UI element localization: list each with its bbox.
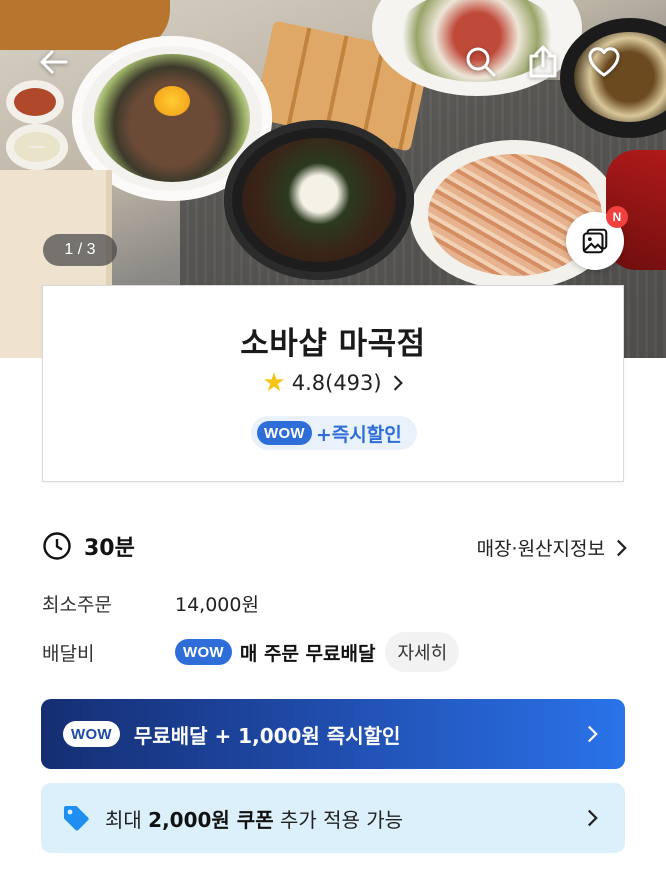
chevron-right-icon xyxy=(616,539,627,556)
delivery-fee-row: 배달비 WOW 매 주문 무료배달 자세히 xyxy=(42,632,460,672)
sauce-dish xyxy=(6,124,68,170)
food-bowl-cold-soba xyxy=(224,120,414,280)
rating-value: 4.8 xyxy=(291,371,326,395)
search-icon xyxy=(466,47,496,77)
search-button[interactable] xyxy=(459,40,503,84)
review-count: (493) xyxy=(325,371,382,395)
tag-icon xyxy=(64,806,89,831)
wow-badge: WOW xyxy=(63,721,120,747)
min-order-label: 최소주문 xyxy=(42,594,112,616)
coupon-suffix: 추가 적용 가능 xyxy=(273,807,404,832)
photo-icon xyxy=(582,228,608,254)
wow-discount-pill: WOW +즉시할인 xyxy=(251,416,417,450)
arrow-left-icon xyxy=(40,50,68,74)
back-button[interactable] xyxy=(32,40,76,84)
heart-icon xyxy=(588,47,620,77)
favorite-button[interactable] xyxy=(582,40,626,84)
delivery-fee-value: 매 주문 무료배달 xyxy=(239,642,376,665)
min-order-value: 14,000원 xyxy=(175,594,259,616)
store-name: 소바샵 마곡점 xyxy=(240,326,426,362)
sauce-dish xyxy=(6,80,64,124)
wow-benefit-text: 무료배달 + 1,000원 즉시할인 xyxy=(133,723,401,748)
instant-discount-label: +즉시할인 xyxy=(315,423,402,446)
delivery-time-value: 30분 xyxy=(84,536,135,561)
share-icon xyxy=(529,45,557,78)
chevron-right-icon xyxy=(393,375,403,391)
store-origin-info-link[interactable]: 매장·원산지정보 xyxy=(477,534,628,561)
image-counter: 1 / 3 xyxy=(43,234,117,266)
rating-link[interactable]: ★ 4.8 (493) xyxy=(43,370,623,396)
wow-badge: WOW xyxy=(257,421,312,445)
store-info-card: 소바샵 마곡점 ★ 4.8 (493) WOW +즉시할인 xyxy=(42,285,624,482)
wow-benefit-banner[interactable]: WOW 무료배달 + 1,000원 즉시할인 xyxy=(41,699,625,769)
delivery-fee-label: 배달비 xyxy=(42,642,95,665)
coupon-amount: 2,000원 쿠폰 xyxy=(148,807,274,832)
store-origin-info-label: 매장·원산지정보 xyxy=(476,538,605,560)
clock-icon xyxy=(43,532,71,560)
new-badge: N xyxy=(606,206,628,228)
star-icon: ★ xyxy=(262,368,286,398)
chevron-right-icon xyxy=(587,725,598,743)
min-order-row: 최소주문 14,000원 xyxy=(42,590,259,617)
share-button[interactable] xyxy=(521,40,565,84)
wow-badge: WOW xyxy=(175,639,232,665)
fee-detail-button[interactable]: 자세히 xyxy=(385,632,460,672)
photo-review-button[interactable]: N xyxy=(566,206,628,270)
coupon-banner[interactable]: 최대 2,000원 쿠폰 추가 적용 가능 xyxy=(41,783,625,853)
coupon-text: 최대 2,000원 쿠폰 추가 적용 가능 xyxy=(105,804,403,833)
delivery-time: 30분 xyxy=(42,530,135,562)
coupon-prefix: 최대 xyxy=(105,807,149,832)
chevron-right-icon xyxy=(587,809,598,827)
